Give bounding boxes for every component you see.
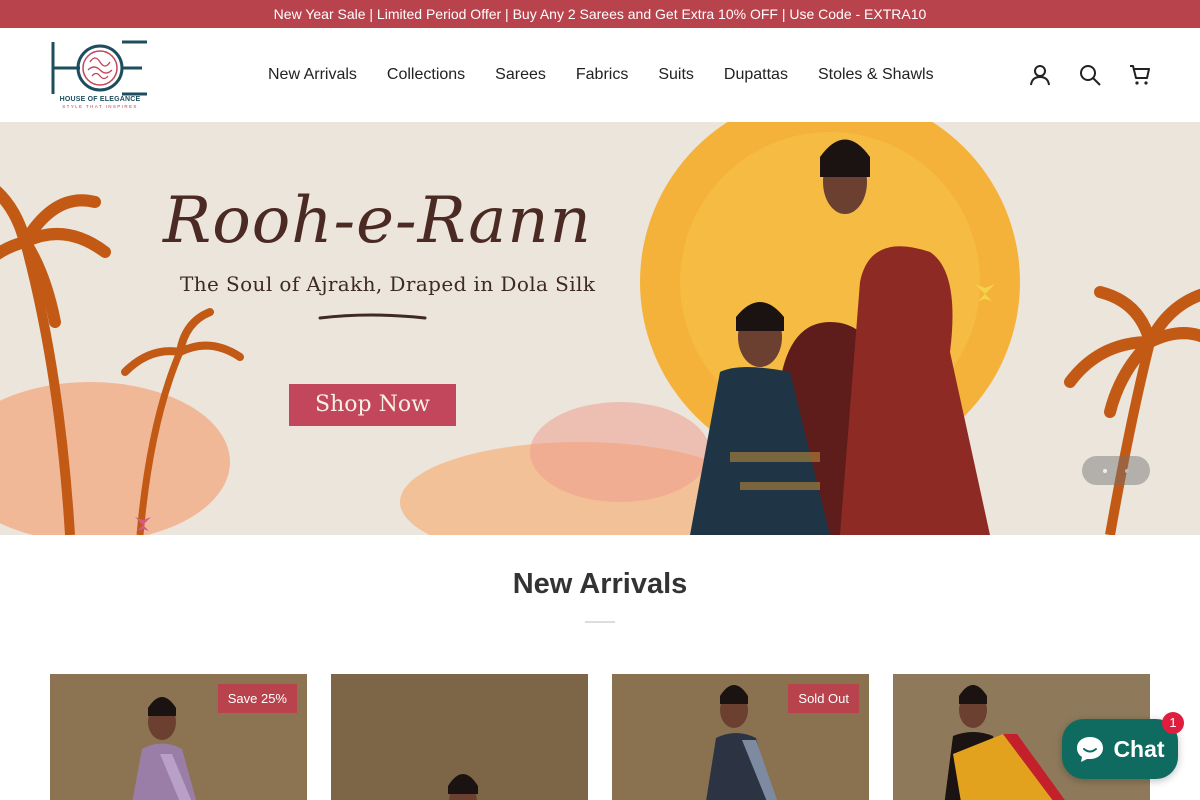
account-icon[interactable] [1028,63,1052,87]
search-icon[interactable] [1078,63,1102,87]
product-card[interactable]: Save 25% [50,674,307,800]
section-divider [585,621,615,623]
nav-stoles-shawls[interactable]: Stoles & Shawls [803,66,949,84]
header-actions [1028,28,1152,122]
site-header: HOUSE OF ELEGANCE STYLE THAT INSPIRES Ne… [0,28,1200,122]
nav-collections[interactable]: Collections [372,66,480,84]
section-title: New Arrivals [512,568,688,600]
nav-sarees[interactable]: Sarees [480,66,561,84]
nav-dupattas[interactable]: Dupattas [709,66,803,84]
chat-label: Chat [1113,735,1165,762]
logo-tagline: STYLE THAT INSPIRES [62,104,138,109]
nav-fabrics[interactable]: Fabrics [561,66,643,84]
sold-out-badge: Sold Out [788,684,859,713]
logo-name: HOUSE OF ELEGANCE [59,96,141,103]
announcement-bar[interactable]: New Year Sale | Limited Period Offer | B… [0,0,1200,28]
slider-dot-2[interactable] [1125,468,1129,473]
logo-mark [51,40,147,96]
chat-bubble-icon [1077,737,1104,762]
hero-banner[interactable]: Rooh-e-Rann The Soul of Ajrakh, Draped i… [0,122,1200,535]
hero-title: Rooh-e-Rann [163,184,592,258]
main-nav: New Arrivals Collections Sarees Fabrics … [253,28,949,122]
product-card[interactable] [331,674,588,800]
chat-unread-badge: 1 [1162,712,1184,734]
cart-icon[interactable] [1128,63,1152,87]
slider-dot-1[interactable] [1103,468,1107,473]
nav-suits[interactable]: Suits [643,66,709,84]
nav-new-arrivals[interactable]: New Arrivals [253,66,372,84]
chat-button[interactable]: Chat [1062,719,1178,779]
discount-badge: Save 25% [217,684,297,713]
product-image [331,674,588,800]
shop-now-button[interactable]: Shop Now [289,384,456,426]
slider-pagination [1082,456,1150,485]
product-card[interactable]: Sold Out [612,674,869,800]
hero-subtitle: The Soul of Ajrakh, Draped in Dola Silk [180,272,596,296]
site-logo[interactable]: HOUSE OF ELEGANCE STYLE THAT INSPIRES [50,40,150,110]
